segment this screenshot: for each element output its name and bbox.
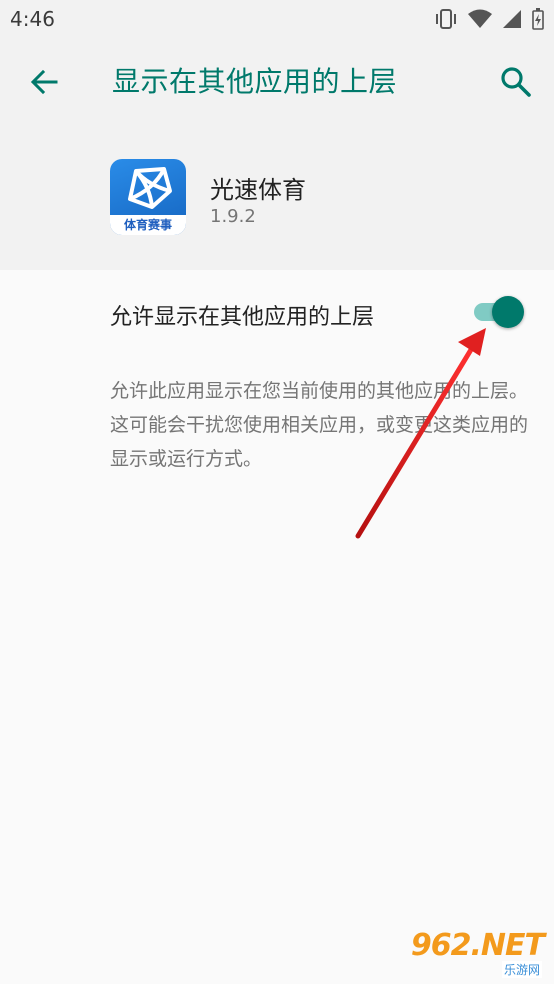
- status-icons: [434, 8, 544, 30]
- permission-description: 允许此应用显示在您当前使用的其他应用的上层。这可能会干扰您使用相关应用，或变更这…: [110, 380, 529, 470]
- watermark-logo: 962.NET 乐游网: [410, 928, 545, 978]
- watermark-sub: 乐游网: [501, 961, 542, 978]
- app-icon: 体育赛事: [110, 159, 186, 235]
- search-icon: [501, 67, 531, 97]
- app-name: 光速体育: [210, 176, 306, 204]
- basketball-icon: [128, 167, 172, 209]
- app-version: 1.9.2: [210, 206, 256, 227]
- back-button[interactable]: [26, 64, 62, 100]
- app-header: 显示在其他应用的上层 体育赛事 光速体育 1.9.2: [0, 38, 554, 270]
- signal-icon: [503, 10, 521, 28]
- vibrate-icon: [436, 9, 456, 29]
- app-icon-label: 体育赛事: [110, 215, 186, 235]
- overlay-permission-label: 允许显示在其他应用的上层: [110, 305, 375, 330]
- page-title: 显示在其他应用的上层: [112, 65, 398, 98]
- toggle-thumb: [492, 296, 524, 328]
- overlay-permission-toggle[interactable]: [470, 296, 526, 328]
- arrow-left-icon: [30, 69, 58, 95]
- status-bar: 4:46: [0, 0, 554, 38]
- overlay-permission-row[interactable]: 允许显示在其他应用的上层: [0, 270, 554, 356]
- watermark-main: 962.NET: [410, 928, 545, 963]
- battery-icon: [532, 8, 544, 30]
- search-button[interactable]: [498, 64, 534, 100]
- status-time: 4:46: [10, 7, 55, 31]
- wifi-icon: [468, 9, 492, 28]
